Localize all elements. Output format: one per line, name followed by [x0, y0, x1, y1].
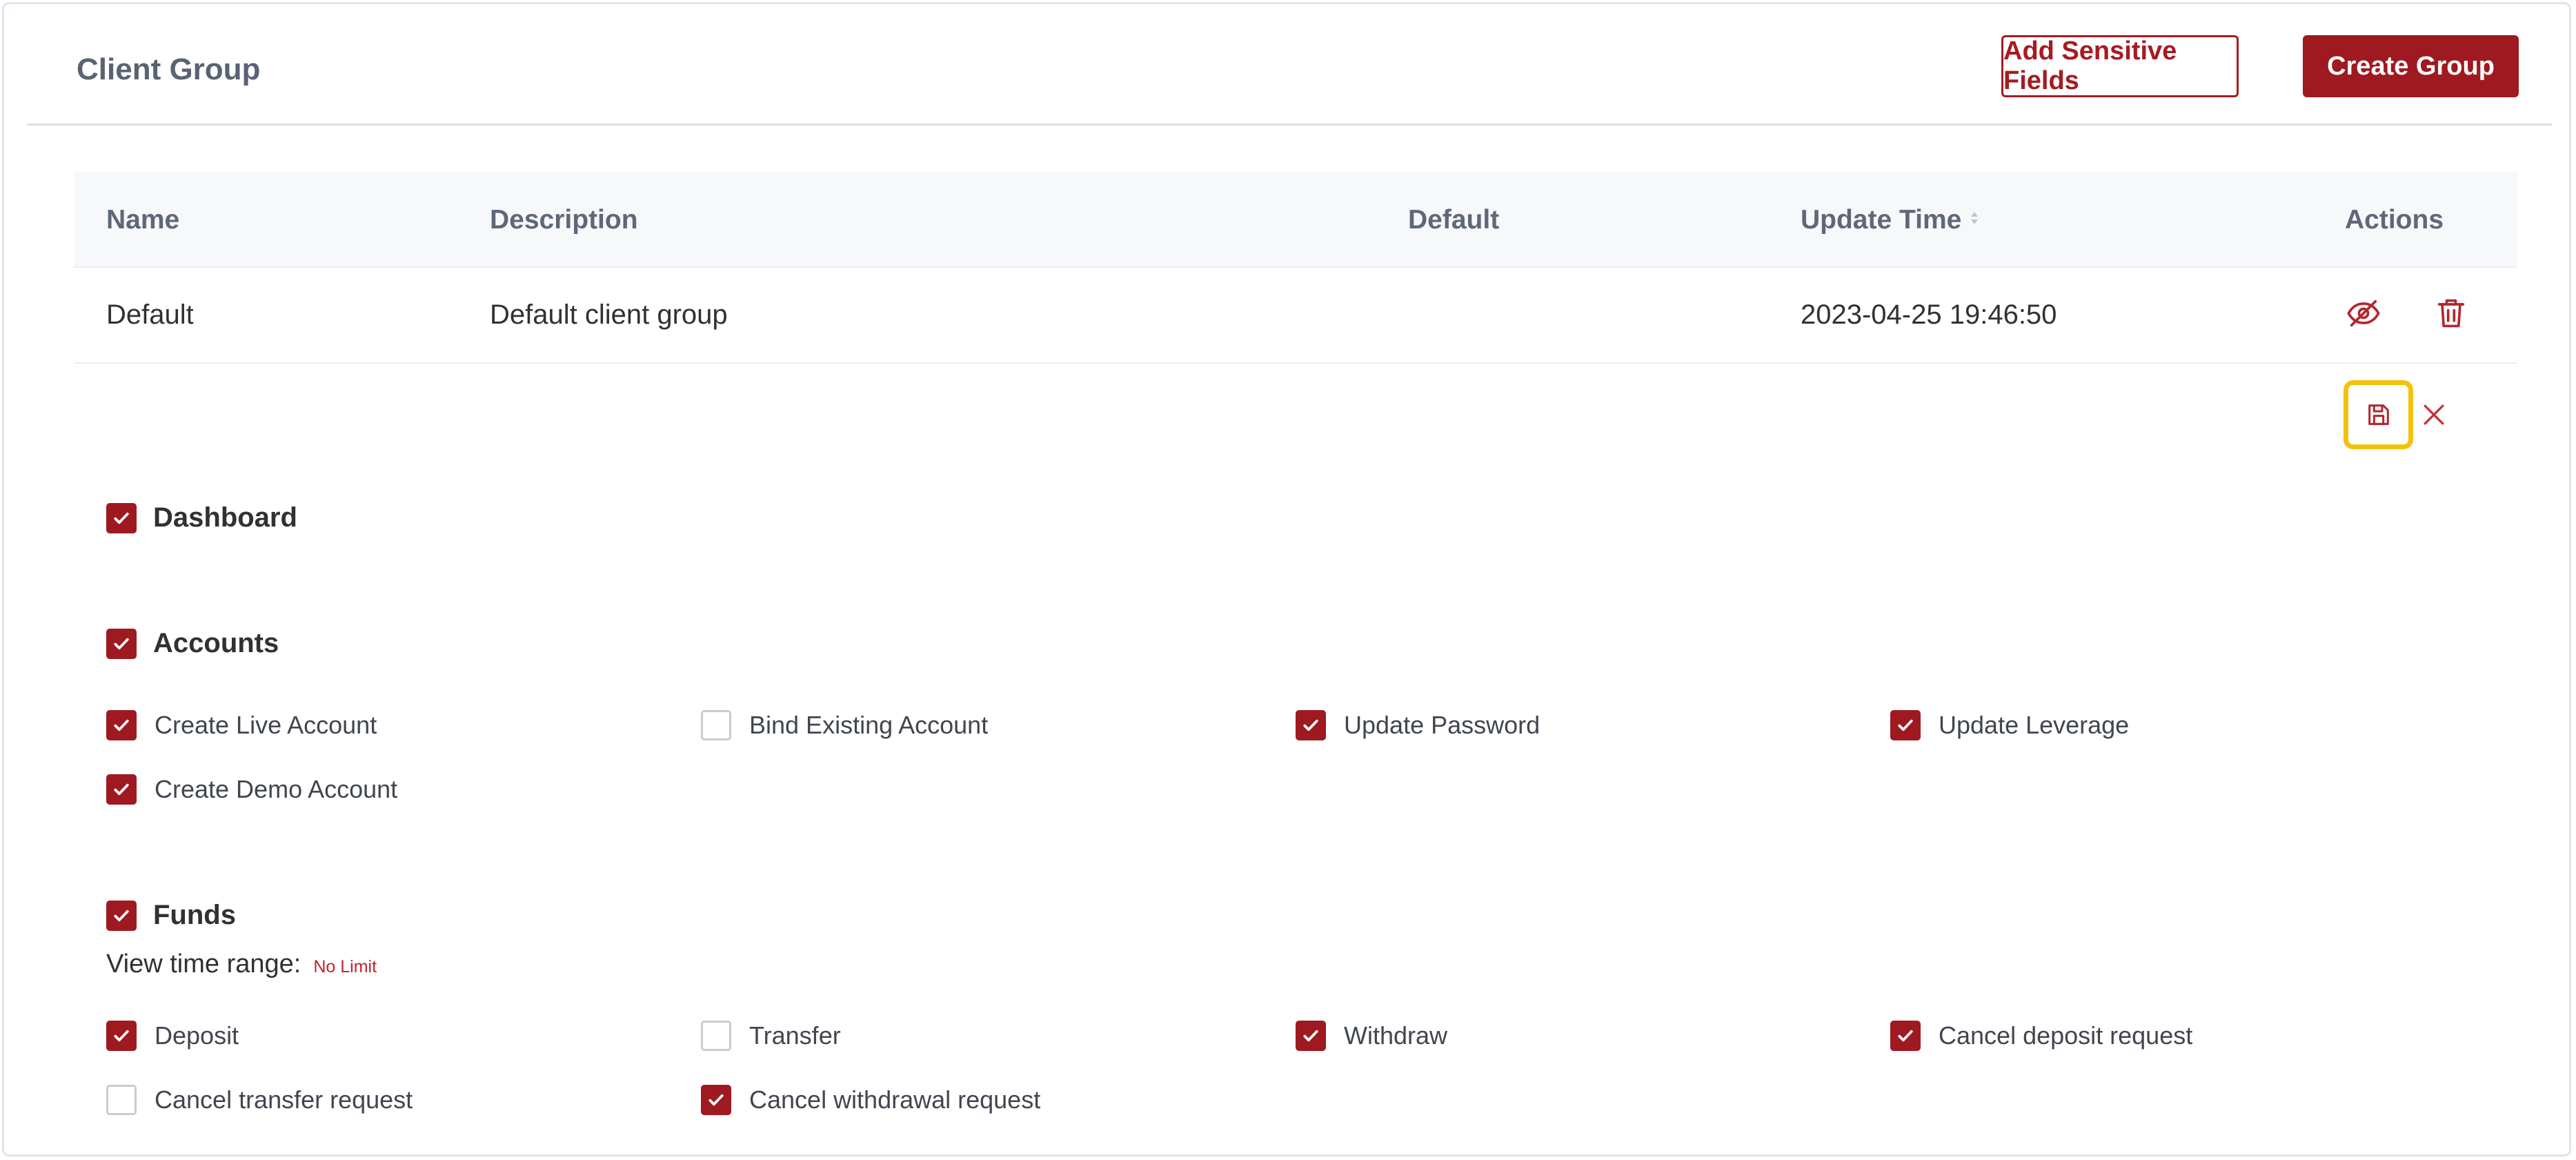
- save-button[interactable]: [2344, 380, 2413, 449]
- column-update-time[interactable]: Update Time: [1801, 205, 1978, 235]
- save-icon: [2368, 404, 2389, 425]
- checkbox-box[interactable]: [1890, 1021, 1921, 1051]
- dashboard-checkbox[interactable]: Dashboard: [106, 502, 297, 533]
- check-icon: [1303, 719, 1318, 731]
- check-icon: [1303, 1030, 1318, 1042]
- panel-header: Client Group Add Sensitive Fields Create…: [27, 4, 2552, 126]
- checkbox-box[interactable]: [106, 1085, 137, 1115]
- table-header: Name Description Default Update Time Act…: [74, 172, 2517, 268]
- checkbox-box[interactable]: [701, 710, 731, 740]
- cancel-transfer-request-checkbox[interactable]: Cancel transfer request: [106, 1085, 413, 1115]
- row-update-time: 2023-04-25 19:46:50: [1801, 299, 2057, 330]
- checkbox-label: Update Leverage: [1939, 711, 2130, 739]
- check-icon: [114, 638, 129, 649]
- update-leverage-checkbox[interactable]: Update Leverage: [1890, 710, 2129, 740]
- checkbox-box[interactable]: [106, 1021, 137, 1051]
- funds-checkbox[interactable]: Funds: [106, 900, 236, 931]
- checkbox-label: Update Password: [1344, 711, 1540, 739]
- check-icon: [1898, 1030, 1913, 1042]
- check-icon: [114, 910, 129, 921]
- transfer-checkbox[interactable]: Transfer: [701, 1021, 841, 1051]
- create-live-account-checkbox[interactable]: Create Live Account: [106, 710, 377, 740]
- check-icon: [114, 783, 129, 796]
- row-description: Default client group: [490, 299, 728, 330]
- accounts-label: Accounts: [153, 628, 279, 658]
- eye-off-icon[interactable]: [2346, 295, 2381, 331]
- checkbox-box[interactable]: [106, 710, 137, 740]
- deposit-checkbox[interactable]: Deposit: [106, 1021, 239, 1051]
- checkbox-box[interactable]: [701, 1021, 731, 1051]
- accounts-checkbox[interactable]: Accounts: [106, 628, 279, 659]
- check-icon: [709, 1094, 724, 1106]
- cancel-deposit-request-checkbox[interactable]: Cancel deposit request: [1890, 1021, 2192, 1051]
- row-name: Default: [106, 299, 194, 330]
- column-default: Default: [1408, 205, 1500, 235]
- sort-icon[interactable]: [1971, 212, 1978, 227]
- view-time-range-value[interactable]: No Limit: [313, 957, 377, 977]
- check-icon: [114, 512, 129, 524]
- cancel-withdrawal-request-checkbox[interactable]: Cancel withdrawal request: [701, 1085, 1040, 1115]
- column-actions: Actions: [2345, 205, 2444, 235]
- page-title: Client Group: [77, 52, 261, 86]
- column-description: Description: [490, 205, 638, 235]
- column-update-time-label: Update Time: [1801, 205, 1962, 235]
- checkbox-box[interactable]: [106, 774, 137, 805]
- close-icon[interactable]: [2419, 400, 2449, 430]
- checkbox-box[interactable]: [106, 502, 137, 533]
- trash-icon[interactable]: [2433, 295, 2469, 331]
- checkbox-label: Create Live Account: [155, 711, 377, 739]
- update-password-checkbox[interactable]: Update Password: [1296, 710, 1540, 740]
- table-row: Default Default client group 2023-04-25 …: [74, 266, 2517, 364]
- checkbox-box[interactable]: [106, 900, 137, 931]
- checkbox-label: Deposit: [155, 1021, 239, 1050]
- checkbox-box[interactable]: [1296, 710, 1326, 740]
- checkbox-label: Bind Existing Account: [749, 711, 989, 739]
- checkbox-label: Cancel withdrawal request: [749, 1085, 1041, 1114]
- checkbox-box[interactable]: [1296, 1021, 1326, 1051]
- withdraw-checkbox[interactable]: Withdraw: [1296, 1021, 1447, 1051]
- add-sensitive-fields-button[interactable]: Add Sensitive Fields: [2001, 35, 2239, 97]
- checkbox-box[interactable]: [1890, 710, 1921, 740]
- check-icon: [114, 1030, 129, 1042]
- checkbox-label: Cancel deposit request: [1939, 1021, 2193, 1050]
- client-group-panel: Client Group Add Sensitive Fields Create…: [2, 2, 2571, 1157]
- column-name: Name: [106, 205, 180, 235]
- check-icon: [1898, 719, 1913, 731]
- check-icon: [114, 719, 129, 731]
- funds-label: Funds: [153, 900, 236, 930]
- checkbox-label: Withdraw: [1344, 1021, 1448, 1050]
- checkbox-box[interactable]: [106, 628, 137, 659]
- view-time-range: View time range: No Limit: [106, 950, 377, 979]
- bind-existing-account-checkbox[interactable]: Bind Existing Account: [701, 710, 988, 740]
- checkbox-label: Transfer: [749, 1021, 841, 1050]
- create-demo-account-checkbox[interactable]: Create Demo Account: [106, 774, 397, 805]
- create-group-button[interactable]: Create Group: [2303, 35, 2519, 97]
- dashboard-label: Dashboard: [153, 502, 297, 533]
- checkbox-label: Cancel transfer request: [155, 1085, 413, 1114]
- checkbox-label: Create Demo Account: [155, 775, 398, 803]
- view-time-range-label: View time range:: [106, 950, 301, 979]
- checkbox-box[interactable]: [701, 1085, 731, 1115]
